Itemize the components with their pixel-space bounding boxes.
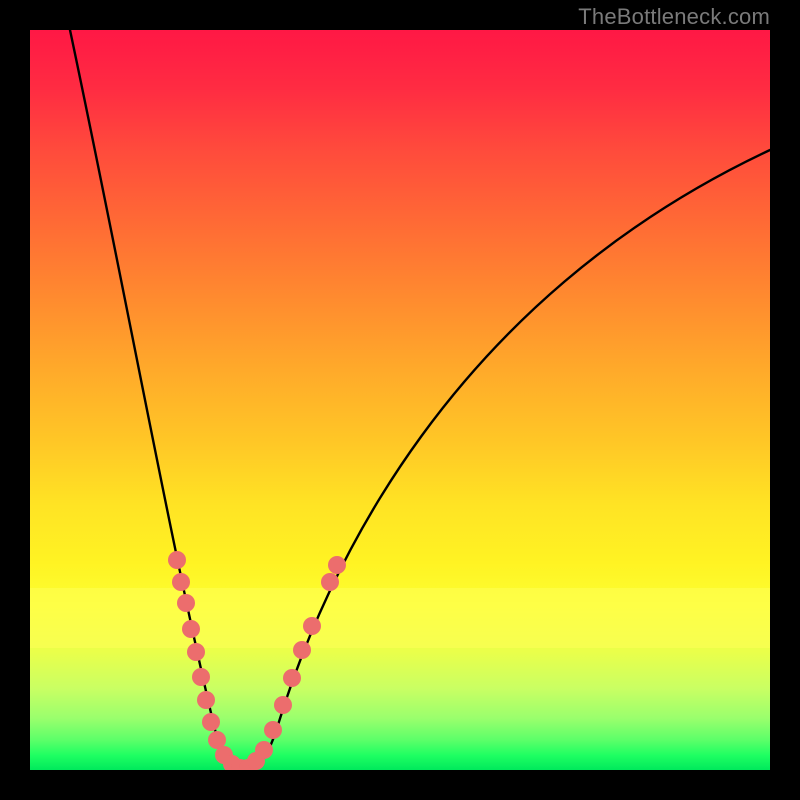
- watermark-text: TheBottleneck.com: [578, 4, 770, 30]
- chart-frame: [0, 0, 800, 800]
